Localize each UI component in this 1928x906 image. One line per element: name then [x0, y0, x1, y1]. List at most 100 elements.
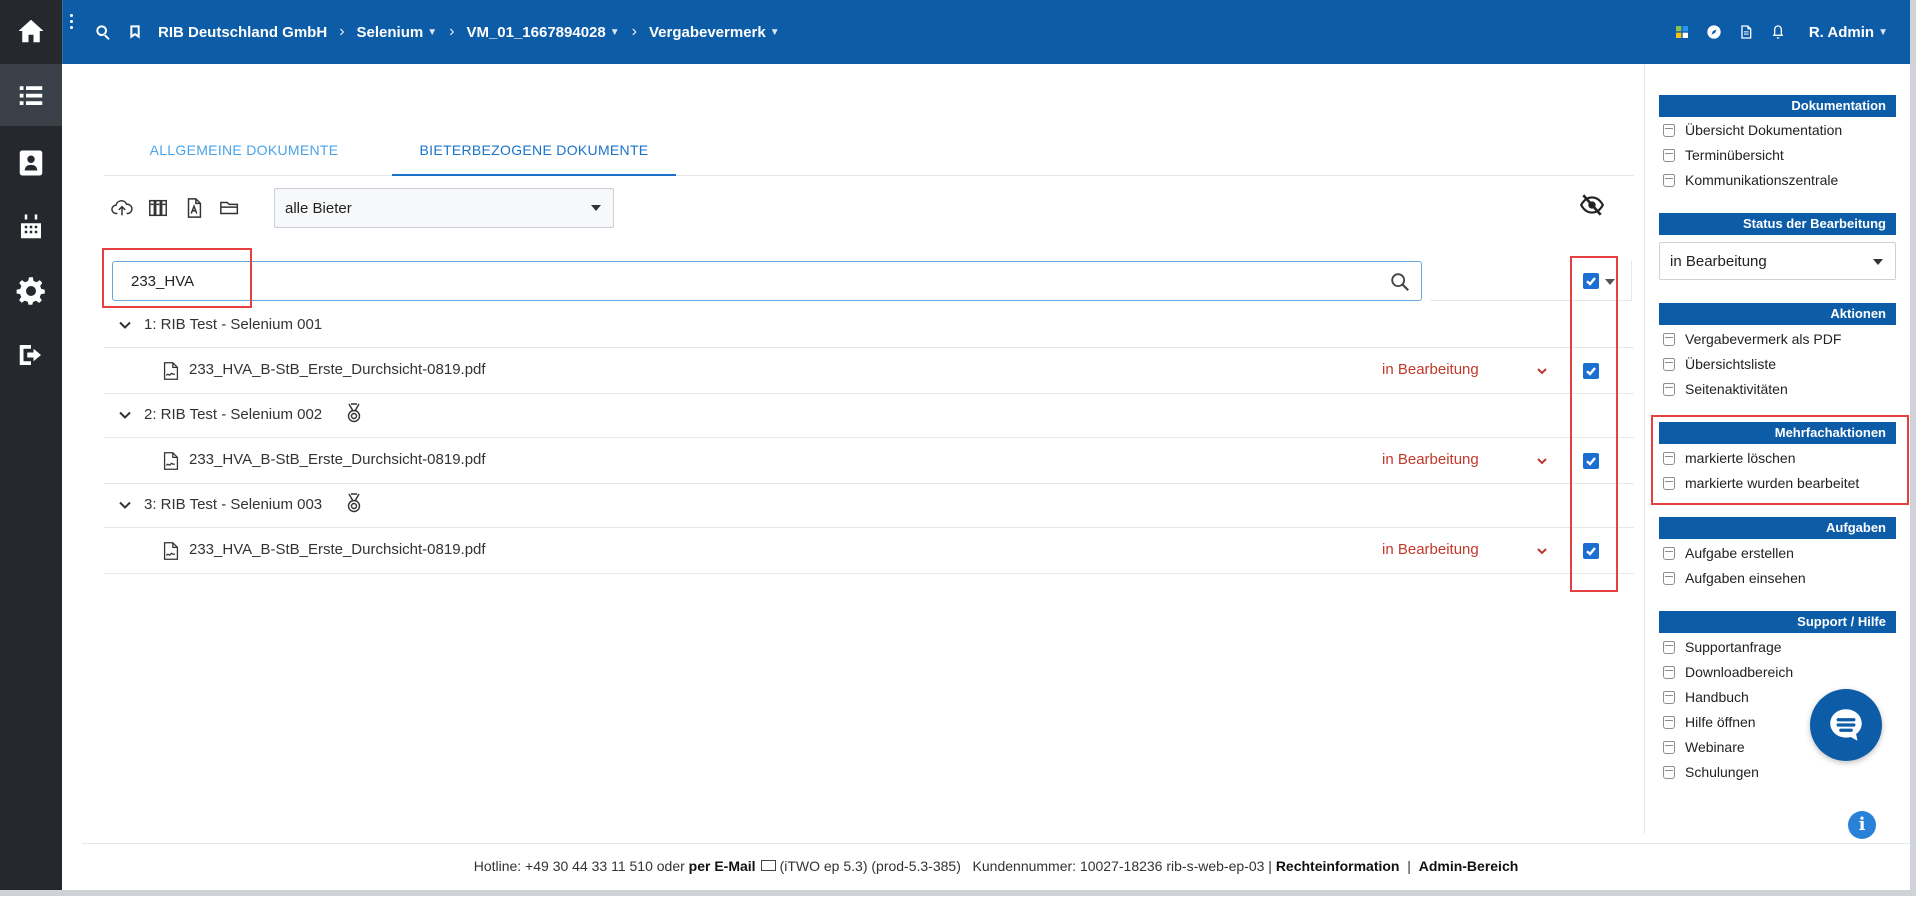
link-hilfe-oeffnen[interactable]: Hilfe öffnen — [1663, 714, 1756, 730]
bookmark-icon — [1663, 123, 1675, 137]
bidder-group-row[interactable]: 2: RIB Test - Selenium 002 — [104, 394, 1634, 438]
footer-email-link[interactable]: per E-Mail — [689, 858, 756, 874]
upload-icon[interactable] — [104, 193, 140, 223]
caret-down-icon: ▼ — [769, 26, 780, 38]
panel-heading-mehrfachaktionen: Mehrfachaktionen — [1659, 422, 1896, 444]
footer: Hotline: +49 30 44 33 11 510 oder per E-… — [82, 843, 1910, 887]
document-row[interactable]: 233_HVA_B-StB_Erste_Durchsicht-0819.pdf … — [104, 528, 1634, 574]
bieter-select[interactable]: alle Bieter — [274, 188, 614, 228]
main-content: ALLGEMEINE DOKUMENTE BIETERBEZOGENE DOKU… — [82, 64, 1642, 834]
status-select[interactable]: in Bearbeitung — [1659, 242, 1896, 280]
link-kommunikationszentrale[interactable]: Kommunikationszentrale — [1663, 172, 1838, 188]
calendar-icon[interactable] — [0, 196, 62, 258]
chat-bubble-icon[interactable] — [1810, 689, 1882, 761]
footer-admin-link[interactable]: Admin-Bereich — [1419, 858, 1519, 874]
row-checkbox[interactable] — [1583, 453, 1599, 469]
bidder-group-row[interactable]: 1: RIB Test - Selenium 001 — [104, 304, 1634, 348]
chevron-down-icon[interactable] — [1536, 364, 1548, 376]
window-frame-edge — [0, 890, 1916, 896]
link-terminuebersicht[interactable]: Terminübersicht — [1663, 147, 1784, 163]
gear-icon[interactable] — [0, 260, 62, 322]
bookmark-icon — [1663, 740, 1675, 754]
page: RIB Deutschland GmbH › Selenium ▼ › VM_01… — [0, 0, 1928, 906]
link-markierte-loeschen[interactable]: markierte löschen — [1663, 450, 1796, 466]
folder-open-icon[interactable] — [212, 193, 248, 223]
link-aufgabe-erstellen[interactable]: Aufgabe erstellen — [1663, 545, 1794, 561]
document-row[interactable]: 233_HVA_B-StB_Erste_Durchsicht-0819.pdf … — [104, 438, 1634, 484]
link-schulungen[interactable]: Schulungen — [1663, 764, 1759, 780]
breadcrumb-item-2[interactable]: Selenium ▼ — [357, 24, 438, 41]
caret-down-icon: ▼ — [427, 26, 438, 38]
link-supportanfrage[interactable]: Supportanfrage — [1663, 639, 1782, 655]
user-menu[interactable]: R. Admin ▼ — [1809, 24, 1888, 41]
footer-rechteinformation-link[interactable]: Rechteinformation — [1276, 858, 1400, 874]
bookmark-icon — [1663, 665, 1675, 679]
document-icon[interactable] — [1737, 23, 1755, 41]
document-status[interactable]: in Bearbeitung — [1382, 451, 1479, 468]
link-webinare[interactable]: Webinare — [1663, 739, 1745, 755]
chevron-down-icon[interactable] — [1536, 544, 1548, 556]
bidder-group-row[interactable]: 3: RIB Test - Selenium 003 — [104, 484, 1634, 528]
archive-folders-icon[interactable] — [140, 193, 176, 223]
document-row[interactable]: 233_HVA_B-StB_Erste_Durchsicht-0819.pdf … — [104, 348, 1634, 394]
tab-bieterbezogene-dokumente[interactable]: BIETERBEZOGENE DOKUMENTE — [392, 124, 676, 176]
document-name[interactable]: 233_HVA_B-StB_Erste_Durchsicht-0819.pdf — [189, 541, 486, 558]
bookmark-icon — [1663, 546, 1675, 560]
link-markierte-bearbeitet[interactable]: markierte wurden bearbeitet — [1663, 475, 1859, 491]
document-status[interactable]: in Bearbeitung — [1382, 361, 1479, 378]
select-all-checkbox[interactable] — [1583, 273, 1599, 289]
sidebar-toggle[interactable] — [62, 0, 82, 64]
row-checkbox[interactable] — [1583, 543, 1599, 559]
link-seitenaktivitaeten[interactable]: Seitenaktivitäten — [1663, 381, 1788, 397]
breadcrumb-item-3[interactable]: VM_01_1667894028 ▼ — [466, 24, 619, 41]
panel-heading-status: Status der Bearbeitung — [1659, 213, 1896, 235]
breadcrumb-item-1[interactable]: RIB Deutschland GmbH — [158, 24, 327, 41]
bell-icon[interactable] — [1769, 23, 1787, 41]
signed-document-icon — [160, 360, 182, 382]
eye-off-icon[interactable] — [1579, 192, 1605, 218]
bookmark-icon — [1663, 173, 1675, 187]
link-vergabevermerk-pdf[interactable]: Vergabevermerk als PDF — [1663, 331, 1841, 347]
link-aufgaben-einsehen[interactable]: Aufgaben einsehen — [1663, 570, 1806, 586]
search-icon[interactable] — [1389, 271, 1411, 293]
caret-down-icon — [591, 205, 601, 211]
document-name[interactable]: 233_HVA_B-StB_Erste_Durchsicht-0819.pdf — [189, 361, 486, 378]
search-icon[interactable] — [94, 23, 112, 41]
top-bar: RIB Deutschland GmbH › Selenium ▼ › VM_01… — [82, 0, 1910, 64]
bookmark-icon — [1663, 690, 1675, 704]
logout-icon[interactable] — [0, 324, 62, 386]
chevron-down-icon[interactable] — [118, 318, 132, 332]
breadcrumb-item-4[interactable]: Vergabevermerk ▼ — [649, 24, 780, 41]
signed-document-icon — [160, 450, 182, 472]
bookmark-icon — [1663, 357, 1675, 371]
mail-icon — [760, 860, 776, 871]
chevron-down-icon[interactable] — [118, 498, 132, 512]
search-input[interactable] — [113, 262, 1421, 300]
link-uebersichtsliste[interactable]: Übersichtsliste — [1663, 356, 1776, 372]
footer-separator: | — [1407, 857, 1411, 874]
home-icon[interactable] — [0, 0, 62, 62]
caret-down-icon — [1873, 259, 1883, 265]
status-filter-select[interactable] — [1430, 261, 1632, 301]
link-downloadbereich[interactable]: Downloadbereich — [1663, 664, 1793, 680]
chevron-down-icon[interactable] — [1536, 454, 1548, 466]
row-checkbox[interactable] — [1583, 363, 1599, 379]
document-status[interactable]: in Bearbeitung — [1382, 541, 1479, 558]
apps-icon[interactable] — [1673, 23, 1691, 41]
document-name[interactable]: 233_HVA_B-StB_Erste_Durchsicht-0819.pdf — [189, 451, 486, 468]
bookmark-icon[interactable] — [126, 23, 144, 41]
breadcrumb-separator: › — [631, 23, 637, 40]
tab-allgemeine-dokumente[interactable]: ALLGEMEINE DOKUMENTE — [104, 124, 384, 176]
contacts-icon[interactable] — [0, 132, 62, 194]
breadcrumb-separator: › — [339, 23, 345, 40]
chevron-down-icon[interactable] — [118, 408, 132, 422]
bookmark-icon — [1663, 382, 1675, 396]
link-handbuch[interactable]: Handbuch — [1663, 689, 1749, 705]
compass-icon[interactable] — [1705, 23, 1723, 41]
list-icon[interactable] — [0, 64, 62, 126]
info-icon[interactable]: i — [1848, 811, 1876, 839]
pdf-icon[interactable] — [176, 193, 212, 223]
bidder-group-label: 1: RIB Test - Selenium 001 — [144, 316, 323, 333]
link-uebersicht-dokumentation[interactable]: Übersicht Dokumentation — [1663, 122, 1842, 138]
bookmark-icon — [1663, 451, 1675, 465]
